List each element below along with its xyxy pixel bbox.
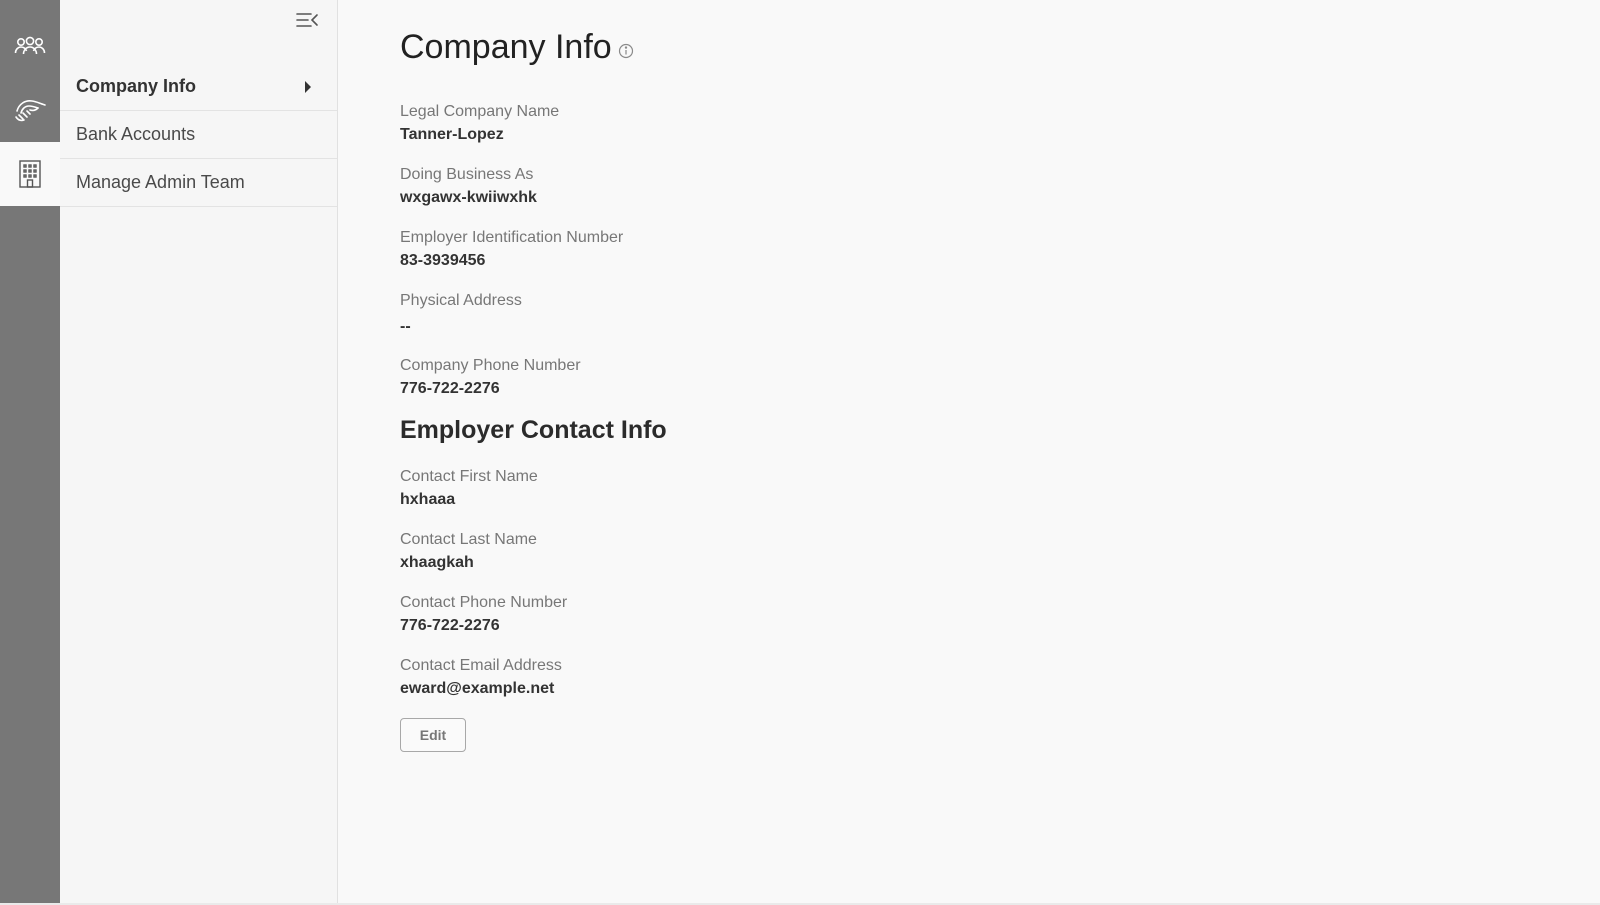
rail-item-company[interactable] xyxy=(0,142,60,206)
handshake-icon xyxy=(15,100,46,122)
field-value: eward@example.net xyxy=(400,680,555,697)
rail-item-team[interactable] xyxy=(0,14,60,78)
company-subnav: Company Info Bank Accounts Manage Admin … xyxy=(60,0,338,905)
rail-item-handshake[interactable] xyxy=(0,78,60,142)
page-title: Company Info xyxy=(400,28,612,66)
field-physical-address: Physical Address -- xyxy=(400,290,522,339)
edit-button[interactable]: Edit xyxy=(400,718,466,752)
field-value: 83-3939456 xyxy=(400,252,486,269)
field-company-phone-number: Company Phone Number 776-722-2276 xyxy=(400,355,581,401)
collapse-menu-icon xyxy=(296,13,318,27)
subnav-item-company-info[interactable]: Company Info xyxy=(60,63,337,111)
field-value: xhaagkah xyxy=(400,554,474,571)
field-label: Doing Business As xyxy=(400,166,534,183)
field-value: -- xyxy=(400,318,411,335)
field-label: Company Phone Number xyxy=(400,357,581,374)
icon-rail xyxy=(0,0,60,905)
field-label: Legal Company Name xyxy=(400,103,560,120)
employer-contact-heading: Employer Contact Info xyxy=(400,416,667,444)
field-value: 776-722-2276 xyxy=(400,380,500,397)
field-contact-email-address: Contact Email Address eward@example.net xyxy=(400,655,562,701)
field-label: Contact Email Address xyxy=(400,657,562,674)
field-value: Tanner-Lopez xyxy=(400,126,504,143)
field-value: wxgawx-kwiiwxhk xyxy=(400,189,537,206)
building-icon xyxy=(19,160,41,188)
field-employer-identification-number: Employer Identification Number 83-393945… xyxy=(400,227,623,273)
field-legal-company-name: Legal Company Name Tanner-Lopez xyxy=(400,101,559,147)
field-label: Employer Identification Number xyxy=(400,229,624,246)
subnav-item-label: Company Info xyxy=(76,76,196,96)
subnav-item-label: Manage Admin Team xyxy=(76,172,245,192)
field-label: Contact Last Name xyxy=(400,531,537,548)
field-doing-business-as: Doing Business As wxgawx-kwiiwxhk xyxy=(400,164,537,210)
caret-right-icon xyxy=(305,80,311,93)
field-label: Physical Address xyxy=(400,292,522,309)
field-contact-first-name: Contact First Name hxhaaa xyxy=(400,466,538,512)
subnav-item-bank-accounts[interactable]: Bank Accounts xyxy=(60,111,337,159)
team-icon xyxy=(14,36,46,55)
collapse-sidebar-button[interactable] xyxy=(292,8,322,32)
subnav-item-manage-admin-team[interactable]: Manage Admin Team xyxy=(60,159,337,207)
subnav-item-label: Bank Accounts xyxy=(76,124,196,144)
page-title-row: Company Info xyxy=(400,28,634,67)
field-label: Contact Phone Number xyxy=(400,594,568,611)
app-root: Company Info Bank Accounts Manage Admin … xyxy=(0,0,1600,905)
field-value: 776-722-2276 xyxy=(400,617,500,634)
info-icon[interactable] xyxy=(618,43,634,59)
field-contact-last-name: Contact Last Name xhaagkah xyxy=(400,529,537,575)
field-label: Contact First Name xyxy=(400,468,538,485)
field-value: hxhaaa xyxy=(400,491,456,508)
field-contact-phone-number: Contact Phone Number 776-722-2276 xyxy=(400,592,567,638)
